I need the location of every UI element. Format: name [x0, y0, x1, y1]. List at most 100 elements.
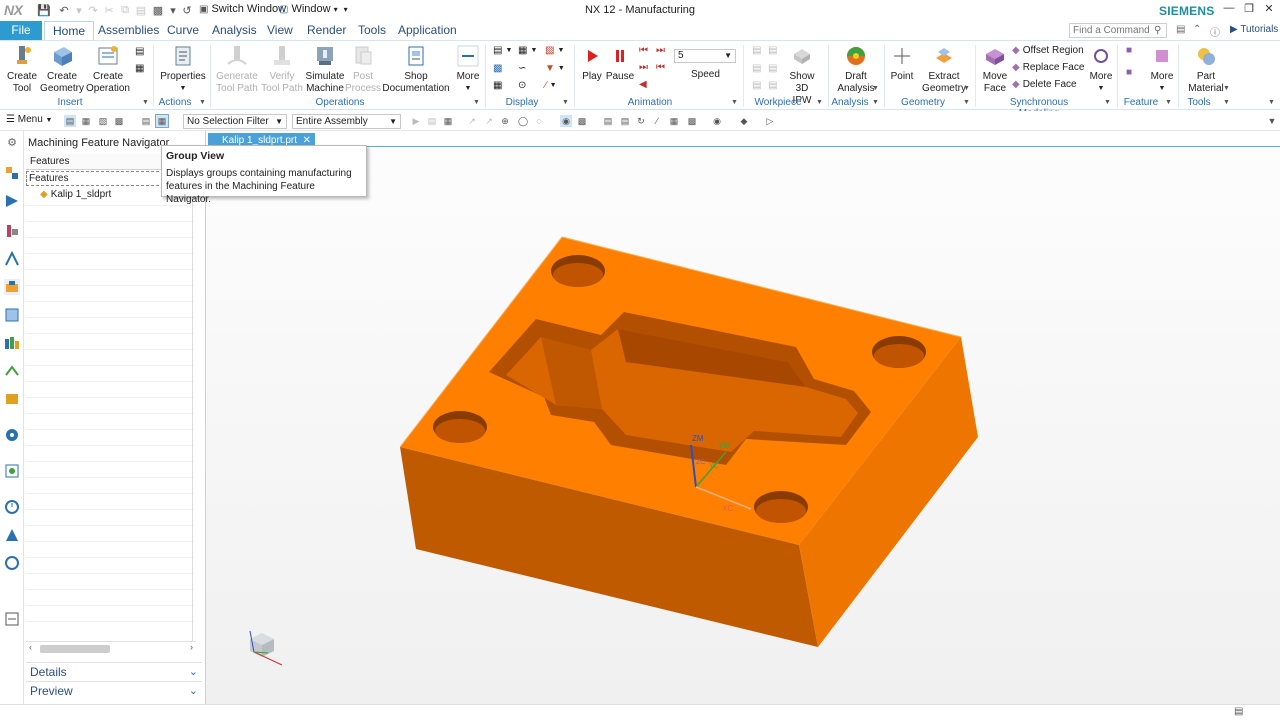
- snap-center-icon[interactable]: ⊕: [499, 115, 511, 127]
- post-process-button[interactable]: Post Process: [345, 44, 381, 95]
- web-browser-icon[interactable]: [4, 363, 20, 379]
- snap-end-icon[interactable]: ↗: [483, 115, 495, 127]
- tab-view[interactable]: View: [267, 21, 293, 40]
- tab-curve[interactable]: Curve: [167, 21, 199, 40]
- restore-button[interactable]: ❐: [1240, 2, 1258, 18]
- orient-view-icon[interactable]: ▩: [686, 115, 698, 127]
- reuse-library-icon[interactable]: [4, 307, 20, 323]
- search-icon[interactable]: ⚲: [1154, 25, 1161, 36]
- toolbar-overflow-caret-icon[interactable]: ▼: [1266, 115, 1278, 127]
- workpiece-icon-1[interactable]: ▤: [752, 45, 761, 56]
- system-materials-icon[interactable]: [4, 427, 20, 443]
- scroll-right-icon[interactable]: ›: [190, 642, 193, 652]
- create-tool-button[interactable]: Create Tool: [6, 44, 38, 95]
- workpiece-icon-3[interactable]: ▤: [752, 80, 761, 91]
- zoom-icon[interactable]: ▤: [619, 115, 631, 127]
- display-icon-1[interactable]: ▤ ▼: [493, 45, 512, 56]
- resource-bar-settings-icon[interactable]: ⚙: [4, 136, 20, 152]
- simulate-machine-button[interactable]: Simulate Machine: [304, 44, 346, 95]
- verify-tool-path-button[interactable]: Verify Tool Path: [260, 44, 304, 95]
- part-navigator-icon[interactable]: [4, 165, 20, 181]
- group-view-icon[interactable]: ▦: [155, 114, 169, 128]
- feature-icon-1[interactable]: ■: [1126, 45, 1132, 56]
- deselect-icon[interactable]: ▤: [426, 115, 438, 127]
- part-model[interactable]: ZM YM ZC YC XC: [206, 147, 1280, 704]
- animation-overflow-caret-icon[interactable]: ▼: [731, 99, 738, 106]
- machine-tool-navigator-icon[interactable]: [4, 223, 20, 239]
- roles-icon[interactable]: [4, 527, 20, 543]
- operations-overflow-caret-icon[interactable]: ▼: [473, 99, 480, 106]
- snap-icon[interactable]: ▦: [442, 115, 454, 127]
- repeat-dropdown-icon[interactable]: ▾: [166, 3, 180, 17]
- machining-method-view-icon[interactable]: ▩: [113, 115, 125, 127]
- operations-more-button[interactable]: More ▼: [454, 44, 482, 95]
- fit-icon[interactable]: ▤: [602, 115, 614, 127]
- paste-icon[interactable]: ▤: [134, 3, 148, 17]
- tab-assemblies[interactable]: Assemblies: [98, 21, 159, 40]
- extract-geometry-button[interactable]: Extract Geometry: [920, 44, 968, 95]
- machining-feature-navigator-icon[interactable]: [4, 250, 20, 267]
- details-panel-header[interactable]: Details ⌄: [26, 662, 202, 680]
- status-bar-options-icon[interactable]: ▤: [1234, 706, 1243, 717]
- geometry-view-icon[interactable]: ▧: [97, 115, 109, 127]
- minimize-button[interactable]: —: [1220, 2, 1238, 18]
- quick-access-customize-icon[interactable]: ▾: [344, 5, 348, 14]
- display-overflow-caret-icon[interactable]: ▼: [562, 99, 569, 106]
- tab-file[interactable]: File: [0, 21, 42, 40]
- shop-documentation-button[interactable]: Shop Documentation: [382, 44, 450, 95]
- tab-application[interactable]: Application: [398, 21, 457, 40]
- program-order-view-icon[interactable]: ▤: [64, 115, 76, 127]
- sync-more-button[interactable]: More ▼: [1088, 44, 1114, 95]
- hd3d-tools-icon[interactable]: [4, 335, 20, 351]
- next-op-icon[interactable]: ⏭: [656, 45, 665, 56]
- go-to-start-icon[interactable]: ◀: [639, 79, 647, 90]
- insert-small-icon-2[interactable]: ▦: [135, 63, 144, 74]
- shaded-view-icon[interactable]: ◉: [560, 115, 572, 127]
- scrollbar-thumb[interactable]: [40, 645, 110, 653]
- analysis-overflow-caret-icon[interactable]: ▼: [872, 99, 879, 106]
- switch-window-button[interactable]: ▣ Switch Window: [199, 3, 286, 15]
- close-button[interactable]: ✕: [1260, 2, 1278, 18]
- speed-select[interactable]: 5 ▼: [674, 49, 736, 63]
- display-icon-2[interactable]: ▩: [493, 63, 502, 74]
- tab-home[interactable]: Home: [44, 21, 95, 40]
- copy-icon[interactable]: ⧉: [118, 3, 132, 17]
- selection-filter-select[interactable]: No Selection Filter ▼: [183, 114, 287, 129]
- work-layer-icon[interactable]: ▷: [764, 115, 776, 127]
- select-all-icon[interactable]: ▶: [410, 115, 422, 127]
- operation-navigator-icon[interactable]: [4, 193, 20, 209]
- collapse-ribbon-icon[interactable]: ⌃: [1193, 24, 1201, 35]
- teamcenter-icon[interactable]: [4, 555, 20, 571]
- feature-icon-2[interactable]: ■: [1126, 67, 1132, 78]
- display-icon-4[interactable]: ▦ ▼: [518, 45, 537, 56]
- command-search-input[interactable]: [1069, 23, 1167, 38]
- workpiece-icon-6[interactable]: ▤: [768, 80, 777, 91]
- pause-button[interactable]: Pause: [606, 44, 634, 83]
- display-icon-6[interactable]: ⊙: [518, 80, 526, 91]
- display-icon-8[interactable]: ▼ ▼: [545, 63, 565, 74]
- display-icon-3[interactable]: ▦: [493, 80, 502, 91]
- window-menu[interactable]: ▢ Window ▾ ▾: [279, 3, 348, 15]
- repeat-command-icon[interactable]: ▩: [151, 3, 165, 17]
- play-button[interactable]: Play: [580, 44, 604, 83]
- workpiece-overflow-caret-icon[interactable]: ▼: [816, 99, 823, 106]
- snap-point-icon[interactable]: ↗: [466, 115, 478, 127]
- graphics-viewport[interactable]: ZM YM ZC YC XC: [206, 147, 1280, 704]
- assembly-scope-select[interactable]: Entire Assembly ▼: [292, 114, 401, 129]
- ribbon-options-icon[interactable]: ▤: [1176, 24, 1185, 35]
- layer-icon[interactable]: ◆: [738, 115, 750, 127]
- feature-overflow-caret-icon[interactable]: ▼: [1165, 99, 1172, 106]
- properties-button[interactable]: Properties ▼: [160, 44, 206, 95]
- tab-analysis[interactable]: Analysis: [212, 21, 257, 40]
- ribbon-overflow-caret-icon[interactable]: ▼: [1268, 99, 1275, 106]
- create-geometry-button[interactable]: Create Geometry: [40, 44, 84, 95]
- display-icon-7[interactable]: ▨ ▼: [545, 45, 564, 56]
- palette-icon[interactable]: [4, 611, 20, 627]
- tab-tools[interactable]: Tools: [358, 21, 386, 40]
- redo-icon[interactable]: ↷: [86, 3, 100, 17]
- extract-geometry-caret-icon[interactable]: ▼: [963, 85, 970, 92]
- sync-overflow-caret-icon[interactable]: ▼: [1104, 99, 1111, 106]
- undo-icon[interactable]: ↶: [57, 3, 71, 17]
- prev-op-icon[interactable]: ⏮: [656, 62, 665, 73]
- display-icon-9[interactable]: ∕ ▼: [545, 80, 557, 91]
